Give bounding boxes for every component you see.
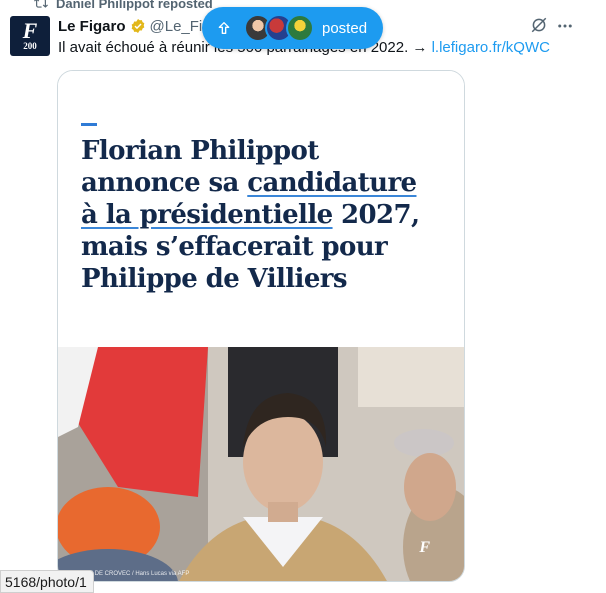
headline-line1: Florian Philippot	[81, 136, 319, 166]
author-name[interactable]: Le Figaro	[58, 18, 126, 35]
headline-panel: Florian Philippot annonce sa candidature…	[58, 71, 464, 347]
arrow-up-icon	[218, 22, 230, 34]
tweet-link[interactable]: l.lefigaro.fr/kQWC	[432, 39, 550, 56]
pill-label: posted	[322, 19, 368, 37]
article-card[interactable]: Florian Philippot annonce sa candidature…	[57, 70, 465, 582]
pill-avatar	[286, 14, 314, 42]
grok-icon[interactable]	[530, 16, 548, 34]
photo-illustration	[58, 347, 464, 581]
card-photo[interactable]: © MARTIN DE CROVEC / Hans Lucas via AFP …	[58, 347, 464, 581]
headline-line3: 2027,	[332, 200, 420, 230]
pill-avatars	[244, 14, 314, 42]
repost-label: Daniel Philippot reposted	[56, 0, 213, 11]
accent-dash	[81, 123, 97, 126]
headline-underline2: à la présidentielle	[81, 200, 333, 230]
avatar-number: 200	[23, 41, 37, 51]
card-headline: Florian Philippot annonce sa candidature…	[81, 135, 456, 295]
figaro-watermark: F	[419, 539, 430, 556]
tweet-header: Le Figaro @Le_Fig	[58, 16, 211, 36]
more-options-icon[interactable]	[556, 17, 574, 35]
headline-underline1: candidature	[247, 168, 417, 198]
headline-line5: Philippe de Villiers	[81, 264, 348, 294]
repost-icon	[34, 0, 48, 8]
avatar-letter: F	[22, 18, 38, 43]
verified-badge-icon[interactable]	[130, 18, 146, 34]
headline-line2: annonce sa	[81, 168, 248, 198]
repost-indicator[interactable]: Daniel Philippot reposted	[34, 0, 213, 12]
status-bar-url: 5168/photo/1	[0, 570, 94, 593]
author-avatar[interactable]: F 200	[10, 16, 50, 56]
headline-line4: mais s’effacerait pour	[81, 232, 388, 262]
new-posts-pill[interactable]: posted	[202, 7, 383, 49]
